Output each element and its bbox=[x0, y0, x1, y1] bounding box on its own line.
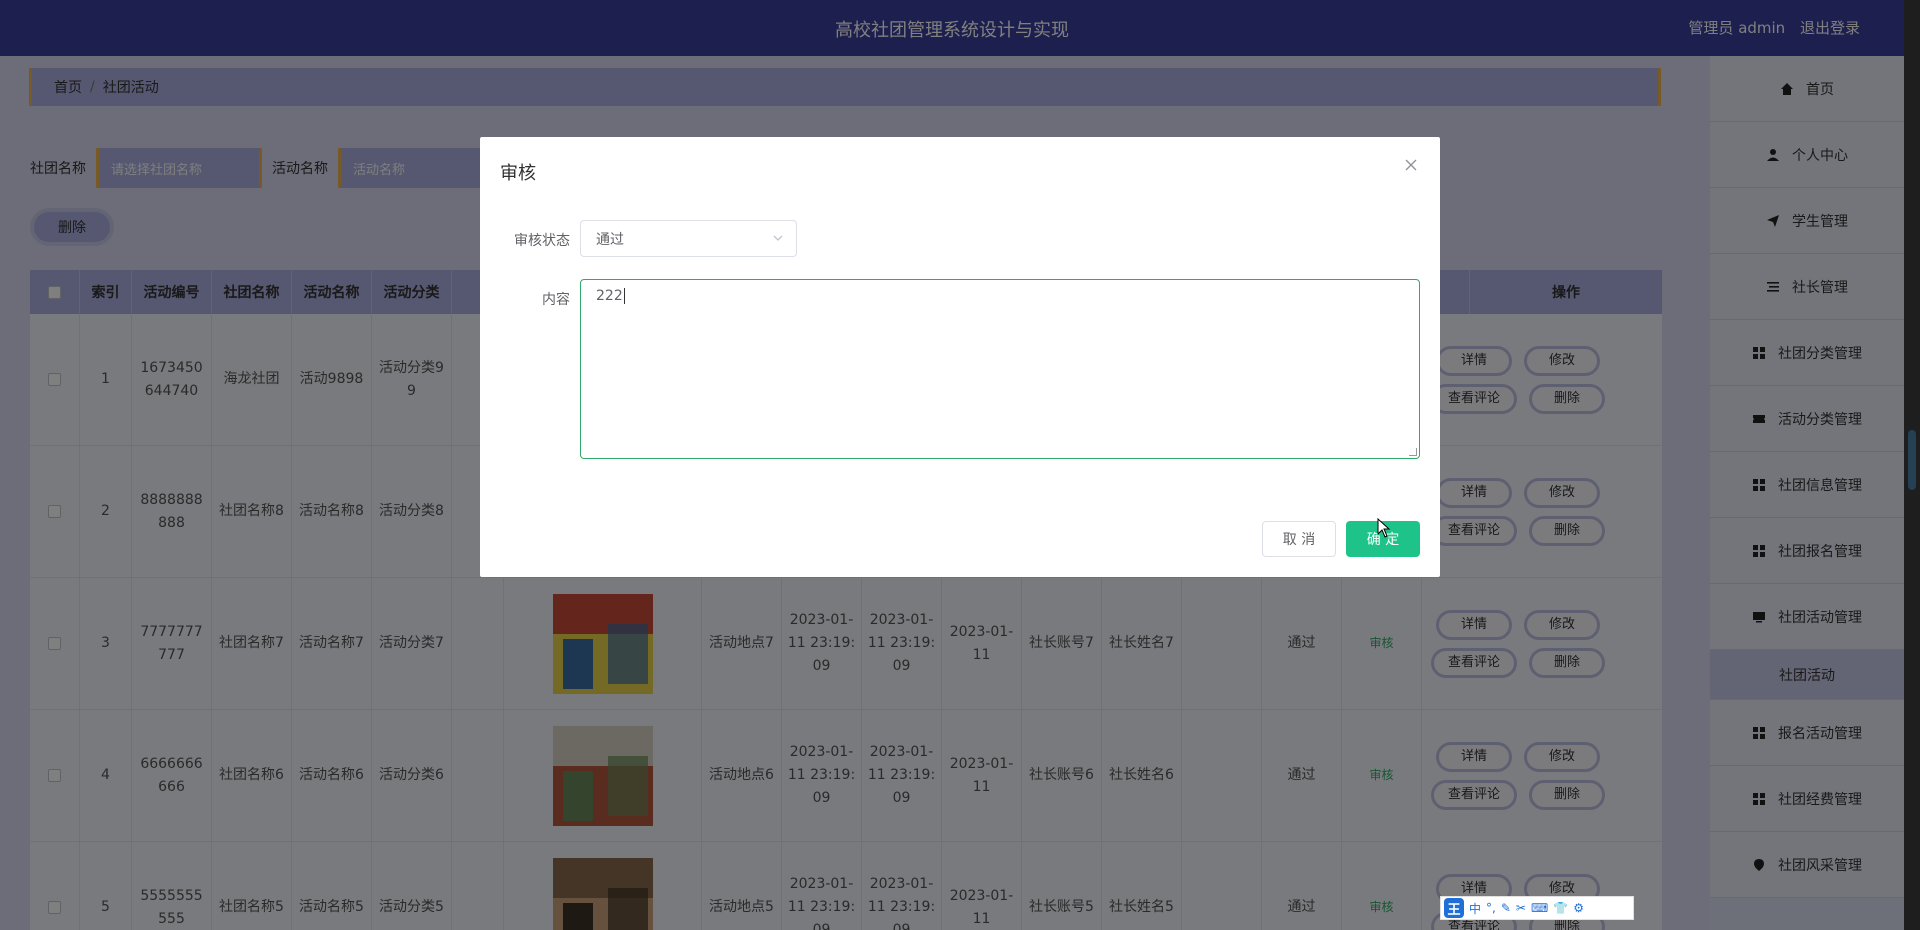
content-label: 内容 bbox=[542, 292, 570, 308]
chevron-down-icon bbox=[773, 235, 783, 241]
gear-icon[interactable]: ⚙ bbox=[1573, 901, 1584, 915]
mouse-cursor-icon bbox=[1377, 518, 1391, 538]
pen-icon[interactable]: ✎ bbox=[1501, 901, 1511, 915]
punctuation-icon[interactable]: °, bbox=[1486, 901, 1496, 915]
ime-mode[interactable]: 中 bbox=[1469, 900, 1481, 917]
content-text: 222 bbox=[596, 288, 623, 304]
text-caret bbox=[623, 288, 625, 304]
shirt-icon[interactable]: 👕 bbox=[1553, 901, 1568, 915]
scissors-icon[interactable]: ✂ bbox=[1516, 901, 1526, 915]
dialog-title: 审核 bbox=[500, 163, 536, 184]
cancel-button[interactable]: 取 消 bbox=[1262, 521, 1336, 557]
close-icon[interactable] bbox=[1404, 157, 1418, 176]
audit-dialog: 审核 审核状态 通过 内容 222 取 消 确 定 bbox=[480, 137, 1440, 577]
ime-toolbar[interactable]: 王 中 °, ✎ ✂ ⌨ 👕 ⚙ bbox=[1440, 896, 1634, 920]
status-select-value: 通过 bbox=[596, 231, 624, 248]
resize-handle[interactable] bbox=[1409, 448, 1417, 456]
status-select[interactable]: 通过 bbox=[580, 220, 797, 257]
ime-logo[interactable]: 王 bbox=[1444, 898, 1464, 918]
status-label: 审核状态 bbox=[514, 233, 570, 249]
content-textarea[interactable]: 222 bbox=[580, 279, 1420, 459]
keyboard-icon[interactable]: ⌨ bbox=[1531, 901, 1548, 915]
